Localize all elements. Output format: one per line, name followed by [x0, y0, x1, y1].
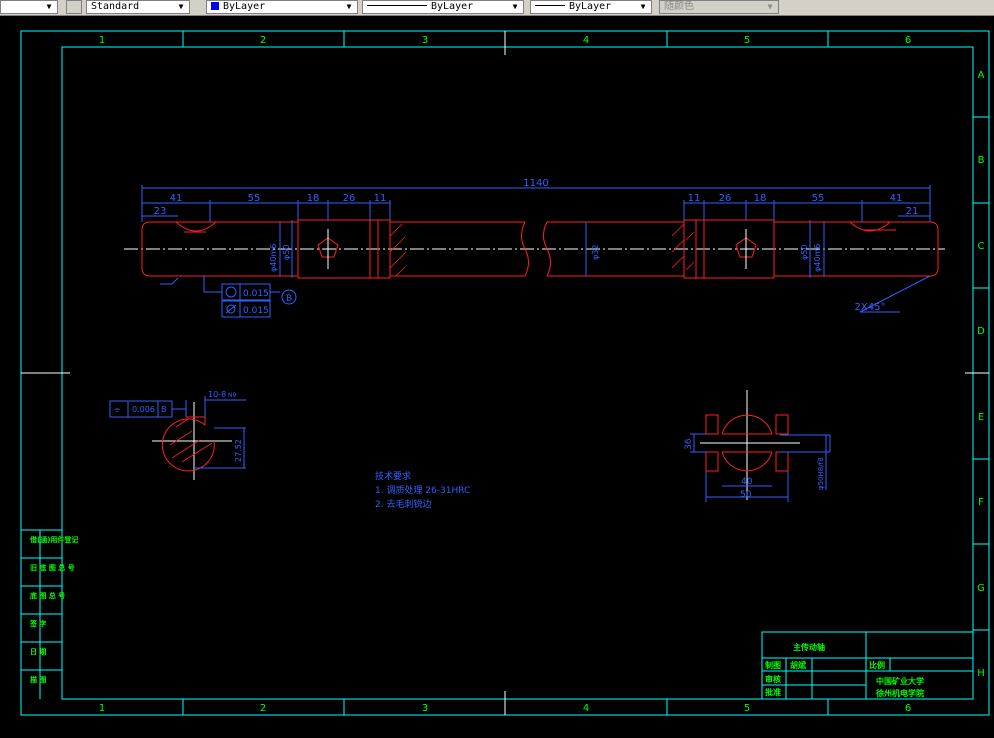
col-label: 5 — [744, 35, 750, 46]
dim-text: 26 — [719, 193, 732, 204]
key-width: 10-8 — [208, 390, 226, 399]
sym-value: 0.006 — [132, 405, 155, 414]
text-style-dropdown[interactable]: Standard ▼ — [86, 0, 190, 14]
chevron-down-icon: ▼ — [346, 2, 352, 11]
col-label: 2 — [260, 35, 266, 46]
right-section-view: 36 40 50 φ50H8/f8 — [684, 390, 831, 502]
left-section-view: ⌯ 0.006 B 10-8 N9 27.52 — [109, 390, 246, 480]
side-label: 日 期 — [30, 647, 46, 656]
side-label: 借(通)用件登记 — [29, 535, 78, 544]
key-width-sub: N9 — [228, 392, 236, 399]
row-label: A — [978, 70, 985, 81]
dia-text: φ32 — [591, 245, 600, 260]
col-label: 4 — [583, 35, 589, 46]
chevron-down-icon: ▼ — [767, 2, 773, 11]
tb-label: 审核 — [765, 674, 781, 684]
plotstyle-value: 随颜色 — [664, 1, 694, 12]
col-label: 1 — [99, 35, 105, 46]
color-value: ByLayer — [223, 1, 266, 12]
chevron-down-icon: ▼ — [46, 2, 52, 11]
section-dim: 40 — [741, 477, 753, 487]
col-label: 2 — [260, 703, 266, 714]
side-label: 旧 底 图 总 号 — [30, 563, 75, 572]
row-label: C — [978, 241, 985, 252]
drawing-frame — [20, 30, 990, 716]
col-label: 1 — [99, 703, 105, 714]
key-depth: 27.52 — [234, 439, 243, 462]
col-label: 5 — [744, 703, 750, 714]
dim-text: 26 — [343, 193, 356, 204]
side-label: 签 字 — [29, 619, 46, 628]
layer-dropdown[interactable]: ▼ — [0, 0, 58, 14]
dim-text: 55 — [248, 193, 261, 204]
runout-value: 0.015 — [243, 289, 269, 299]
chevron-down-icon: ▼ — [512, 2, 518, 11]
datum-label: B — [286, 294, 292, 304]
school-name: 徐州机电学院 — [875, 688, 924, 698]
dia-text: φ50 — [282, 245, 291, 260]
section-h: 36 — [684, 438, 694, 450]
chevron-down-icon: ▼ — [640, 2, 646, 11]
linetype-preview — [367, 5, 427, 6]
dia-text: φ40m6 — [269, 244, 278, 272]
dim-text: 41 — [890, 193, 903, 204]
properties-toolbar: ▼ Standard ▼ ByLayer ▼ ByLayer ▼ ByLayer ▼ 随… — [0, 0, 994, 16]
school-name: 中国矿业大学 — [876, 676, 924, 686]
dim-text: 55 — [812, 193, 825, 204]
cyl-value: 0.015 — [243, 306, 269, 316]
tb-value: 胡斌 — [790, 660, 806, 670]
chevron-down-icon: ▼ — [178, 2, 184, 11]
notes-line: 1. 调质处理 26-31HRC — [375, 484, 470, 496]
chamfer-text: 2X45° — [855, 302, 886, 313]
side-label: 描 图 — [30, 675, 46, 684]
row-label: E — [978, 412, 984, 423]
color-swatch — [211, 2, 219, 10]
col-label: 3 — [422, 703, 428, 714]
tb-label: 比例 — [869, 660, 885, 670]
row-label: F — [978, 497, 984, 508]
col-label: 4 — [583, 703, 589, 714]
col-label: 6 — [905, 35, 911, 46]
dim-text: 18 — [754, 193, 767, 204]
side-label: 底 图 总 号 — [30, 591, 65, 600]
drawing-canvas[interactable]: 1 2 3 4 5 6 1 2 3 4 5 6 A B C D E F G H … — [0, 16, 994, 734]
dia-text: φ40m6 — [813, 244, 822, 272]
dim-text: 21 — [906, 206, 919, 217]
col-label: 6 — [905, 703, 911, 714]
linetype-dropdown[interactable]: ByLayer ▼ — [362, 0, 524, 14]
dim-overall: 1140 — [523, 178, 548, 189]
section-note: φ50H8/f8 — [817, 457, 825, 490]
lineweight-value: ByLayer — [569, 1, 612, 12]
notes-title: 技术要求 — [375, 470, 411, 482]
sym-datum: B — [161, 405, 167, 414]
tb-label: 批准 — [765, 687, 781, 697]
text-style-manager-icon[interactable] — [66, 0, 82, 14]
part-name: 主传动轴 — [793, 642, 825, 652]
lineweight-preview — [535, 5, 565, 6]
color-dropdown[interactable]: ByLayer ▼ — [206, 0, 358, 14]
notes-line: 2. 去毛刺锐边 — [375, 498, 431, 510]
dim-text: 23 — [154, 206, 167, 217]
plotstyle-dropdown: 随颜色 ▼ — [659, 0, 779, 14]
dim-text: 11 — [688, 193, 701, 204]
lineweight-dropdown[interactable]: ByLayer ▼ — [530, 0, 652, 14]
symmetry-symbol: ⌯ — [114, 405, 121, 414]
dim-text: 11 — [374, 193, 387, 204]
row-label: D — [977, 326, 985, 337]
dia-text: φ50 — [800, 245, 809, 260]
linetype-value: ByLayer — [431, 1, 474, 12]
dim-text: 18 — [307, 193, 320, 204]
row-label: G — [977, 583, 985, 594]
tb-label: 制图 — [765, 660, 781, 670]
section-w: 50 — [740, 490, 752, 500]
row-label: H — [977, 668, 985, 679]
row-label: B — [978, 155, 985, 166]
dim-text: 41 — [170, 193, 183, 204]
col-label: 3 — [422, 35, 428, 46]
text-style-value: Standard — [91, 1, 140, 12]
